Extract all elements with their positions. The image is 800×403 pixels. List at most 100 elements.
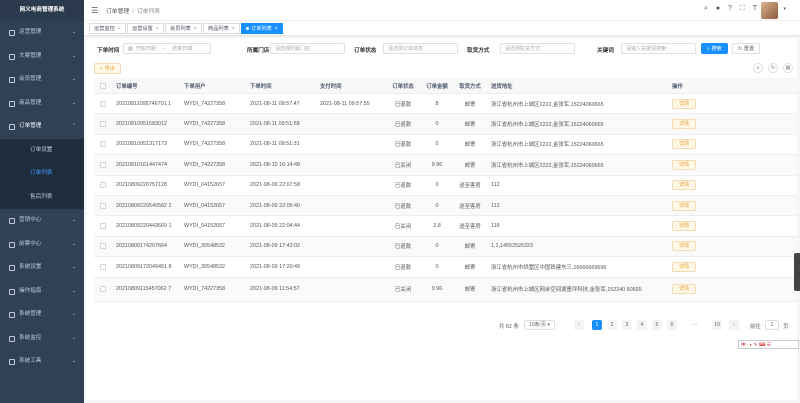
table-row[interactable]: 20210809220757128 WYDI_04152657 2021-08-09… xyxy=(94,176,797,196)
checkbox-icon[interactable] xyxy=(100,263,106,270)
pickup-select[interactable]: 请选择取货方式 xyxy=(500,43,575,54)
tag-item[interactable]: 订单列表 × xyxy=(241,23,283,34)
close-icon[interactable]: × xyxy=(156,26,159,32)
sidebar-item[interactable]: 运营管理 ⌄ xyxy=(0,21,84,45)
sidebar-item[interactable]: 系统监控 ⌄ xyxy=(0,327,84,351)
toggle-search-icon[interactable]: ⌕ xyxy=(753,63,763,73)
goto-page-input[interactable]: 1 xyxy=(765,320,779,330)
export-button[interactable]: + 导出 xyxy=(94,63,121,74)
detail-button[interactable]: 详情 xyxy=(672,119,697,130)
page-ellipsis[interactable]: ··· xyxy=(690,320,700,330)
sidebar-item[interactable]: 文案管理 ⌄ xyxy=(0,45,84,69)
fullscreen-icon[interactable]: ⛶ xyxy=(740,5,745,12)
sidebar-item[interactable]: 商品管理 ⌄ xyxy=(0,92,84,116)
detail-button[interactable]: 详情 xyxy=(672,159,697,170)
row-checkbox[interactable] xyxy=(94,237,112,256)
order-date-range[interactable]: ▦ 开始日期 - 结束日期 xyxy=(123,43,211,54)
sidebar-item[interactable]: 订单管理 ⌃ xyxy=(0,115,84,139)
checkbox-icon[interactable] xyxy=(100,82,106,89)
checkbox-icon[interactable] xyxy=(100,100,106,107)
sidebar-item[interactable]: 操作指南 ⌄ xyxy=(0,280,84,304)
tag-item[interactable]: 商品列表 × xyxy=(203,23,240,34)
row-checkbox[interactable] xyxy=(94,114,112,133)
caret-down-icon[interactable]: ▾ xyxy=(783,6,786,12)
sidebar-item[interactable]: 系统设置 ⌄ xyxy=(0,256,84,280)
next-page-button[interactable]: › xyxy=(729,320,739,330)
row-checkbox[interactable] xyxy=(94,155,112,174)
checkbox-icon[interactable] xyxy=(100,286,106,293)
row-checkbox[interactable] xyxy=(94,257,112,276)
checkbox-icon[interactable] xyxy=(100,182,106,189)
page-button[interactable]: 3 xyxy=(622,320,632,330)
refresh-icon[interactable]: ↻ xyxy=(768,63,778,73)
sidebar-subitem[interactable]: 订单设置 xyxy=(0,139,84,163)
table-row[interactable]: 20210809172049451 8 WYDI_30548532 2021-08-… xyxy=(94,257,797,278)
sidebar-item[interactable]: 会员管理 ⌄ xyxy=(0,68,84,92)
table-row[interactable]: 20210809174207664 WYDI_30548532 2021-08-09… xyxy=(94,236,797,258)
tag-item[interactable]: 会员列表 × xyxy=(165,23,202,34)
help-icon[interactable]: ? xyxy=(728,5,732,12)
table-row[interactable]: 20210810161447474 WYDI_74227358 2021-08-10… xyxy=(94,155,797,176)
checkbox-icon[interactable] xyxy=(100,243,106,250)
row-checkbox[interactable] xyxy=(94,94,112,113)
hamburger-icon[interactable]: ☰ xyxy=(91,6,98,15)
table-row[interactable]: 20210809115457062 7 WYDI_74227358 2021-08-… xyxy=(94,277,797,302)
sidebar-subitem[interactable]: 售后列表 xyxy=(0,186,84,210)
row-checkbox[interactable] xyxy=(94,196,112,215)
detail-button[interactable]: 详情 xyxy=(672,139,697,150)
close-icon[interactable]: × xyxy=(275,26,278,32)
sidebar-item[interactable]: 系统工具 ⌄ xyxy=(0,350,84,374)
row-checkbox[interactable] xyxy=(94,216,112,235)
tag-item[interactable]: 运营监控 × xyxy=(89,23,126,34)
table-row[interactable]: 20210810951583012 WYDI_74227358 2021-08-11… xyxy=(94,114,797,135)
font-size-icon[interactable]: T xyxy=(753,5,757,12)
table-row[interactable]: 20210811095746701 1 WYDI_74227358 2021-08-… xyxy=(94,94,797,115)
checkbox-icon[interactable] xyxy=(100,202,106,209)
close-icon[interactable]: × xyxy=(194,26,197,32)
sidebar-item[interactable]: 系统管理 ⌄ xyxy=(0,303,84,327)
github-icon[interactable]: ● xyxy=(716,5,720,12)
ime-toolbar[interactable]: 中 · ◐ ✎ ⌨ ☰ xyxy=(738,340,799,349)
table-row[interactable]: 20210809220443669 1 WYDI_04152657 2021-08-… xyxy=(94,216,797,237)
close-icon[interactable]: × xyxy=(232,26,235,32)
prev-page-button[interactable]: ‹ xyxy=(574,320,584,330)
page-button[interactable]: 2 xyxy=(607,320,617,330)
side-drawer-handle[interactable] xyxy=(794,253,800,291)
avatar[interactable] xyxy=(761,2,778,19)
checkbox-icon[interactable] xyxy=(100,161,106,168)
reset-button[interactable]: ↻ 重置 xyxy=(732,43,761,54)
breadcrumb-item[interactable]: 订单管理 xyxy=(106,9,129,15)
row-checkbox[interactable] xyxy=(94,278,112,301)
detail-button[interactable]: 详情 xyxy=(672,261,697,272)
detail-button[interactable]: 详情 xyxy=(672,98,697,109)
checkbox-icon[interactable] xyxy=(100,223,106,230)
detail-button[interactable]: 详情 xyxy=(672,180,697,191)
sidebar-subitem[interactable]: 订单列表 xyxy=(0,162,84,186)
close-icon[interactable]: × xyxy=(118,26,121,32)
row-checkbox[interactable] xyxy=(94,135,112,154)
page-button[interactable]: 5 xyxy=(652,320,662,330)
page-button[interactable]: 4 xyxy=(637,320,647,330)
page-button[interactable]: 10 xyxy=(712,320,722,330)
checkbox-icon[interactable] xyxy=(100,141,106,148)
search-button[interactable]: ⌕ 搜索 xyxy=(701,43,728,54)
status-select[interactable]: 请选择订单状态 xyxy=(383,43,458,54)
checkbox-icon[interactable] xyxy=(100,121,106,128)
select-all-checkbox[interactable] xyxy=(94,78,112,93)
tag-item[interactable]: 运营设置 × xyxy=(127,23,164,34)
detail-button[interactable]: 详情 xyxy=(672,221,697,232)
columns-icon[interactable]: ▤ xyxy=(783,63,793,73)
keyword-input[interactable]: 请输入关键词搜索 xyxy=(621,43,696,54)
sidebar-item[interactable]: 前票中心 ⌄ xyxy=(0,233,84,257)
row-checkbox[interactable] xyxy=(94,176,112,195)
sidebar-item[interactable]: 营销中心 ⌄ xyxy=(0,209,84,233)
page-button[interactable]: 6 xyxy=(667,320,677,330)
detail-button[interactable]: 详情 xyxy=(672,200,697,211)
table-row[interactable]: 20210809220540582 2 WYDI_04152657 2021-08-… xyxy=(94,195,797,217)
detail-button[interactable]: 详情 xyxy=(672,241,697,252)
store-select[interactable]: 请选择所属门店 xyxy=(270,43,345,54)
search-icon[interactable]: ⌕ xyxy=(704,5,708,12)
table-row[interactable]: 20210810951317173 WYDI_74227358 2021-08-11… xyxy=(94,135,797,156)
page-button[interactable]: 1 xyxy=(592,320,602,330)
page-size-select[interactable]: 10条/页 ▾ xyxy=(524,320,555,330)
